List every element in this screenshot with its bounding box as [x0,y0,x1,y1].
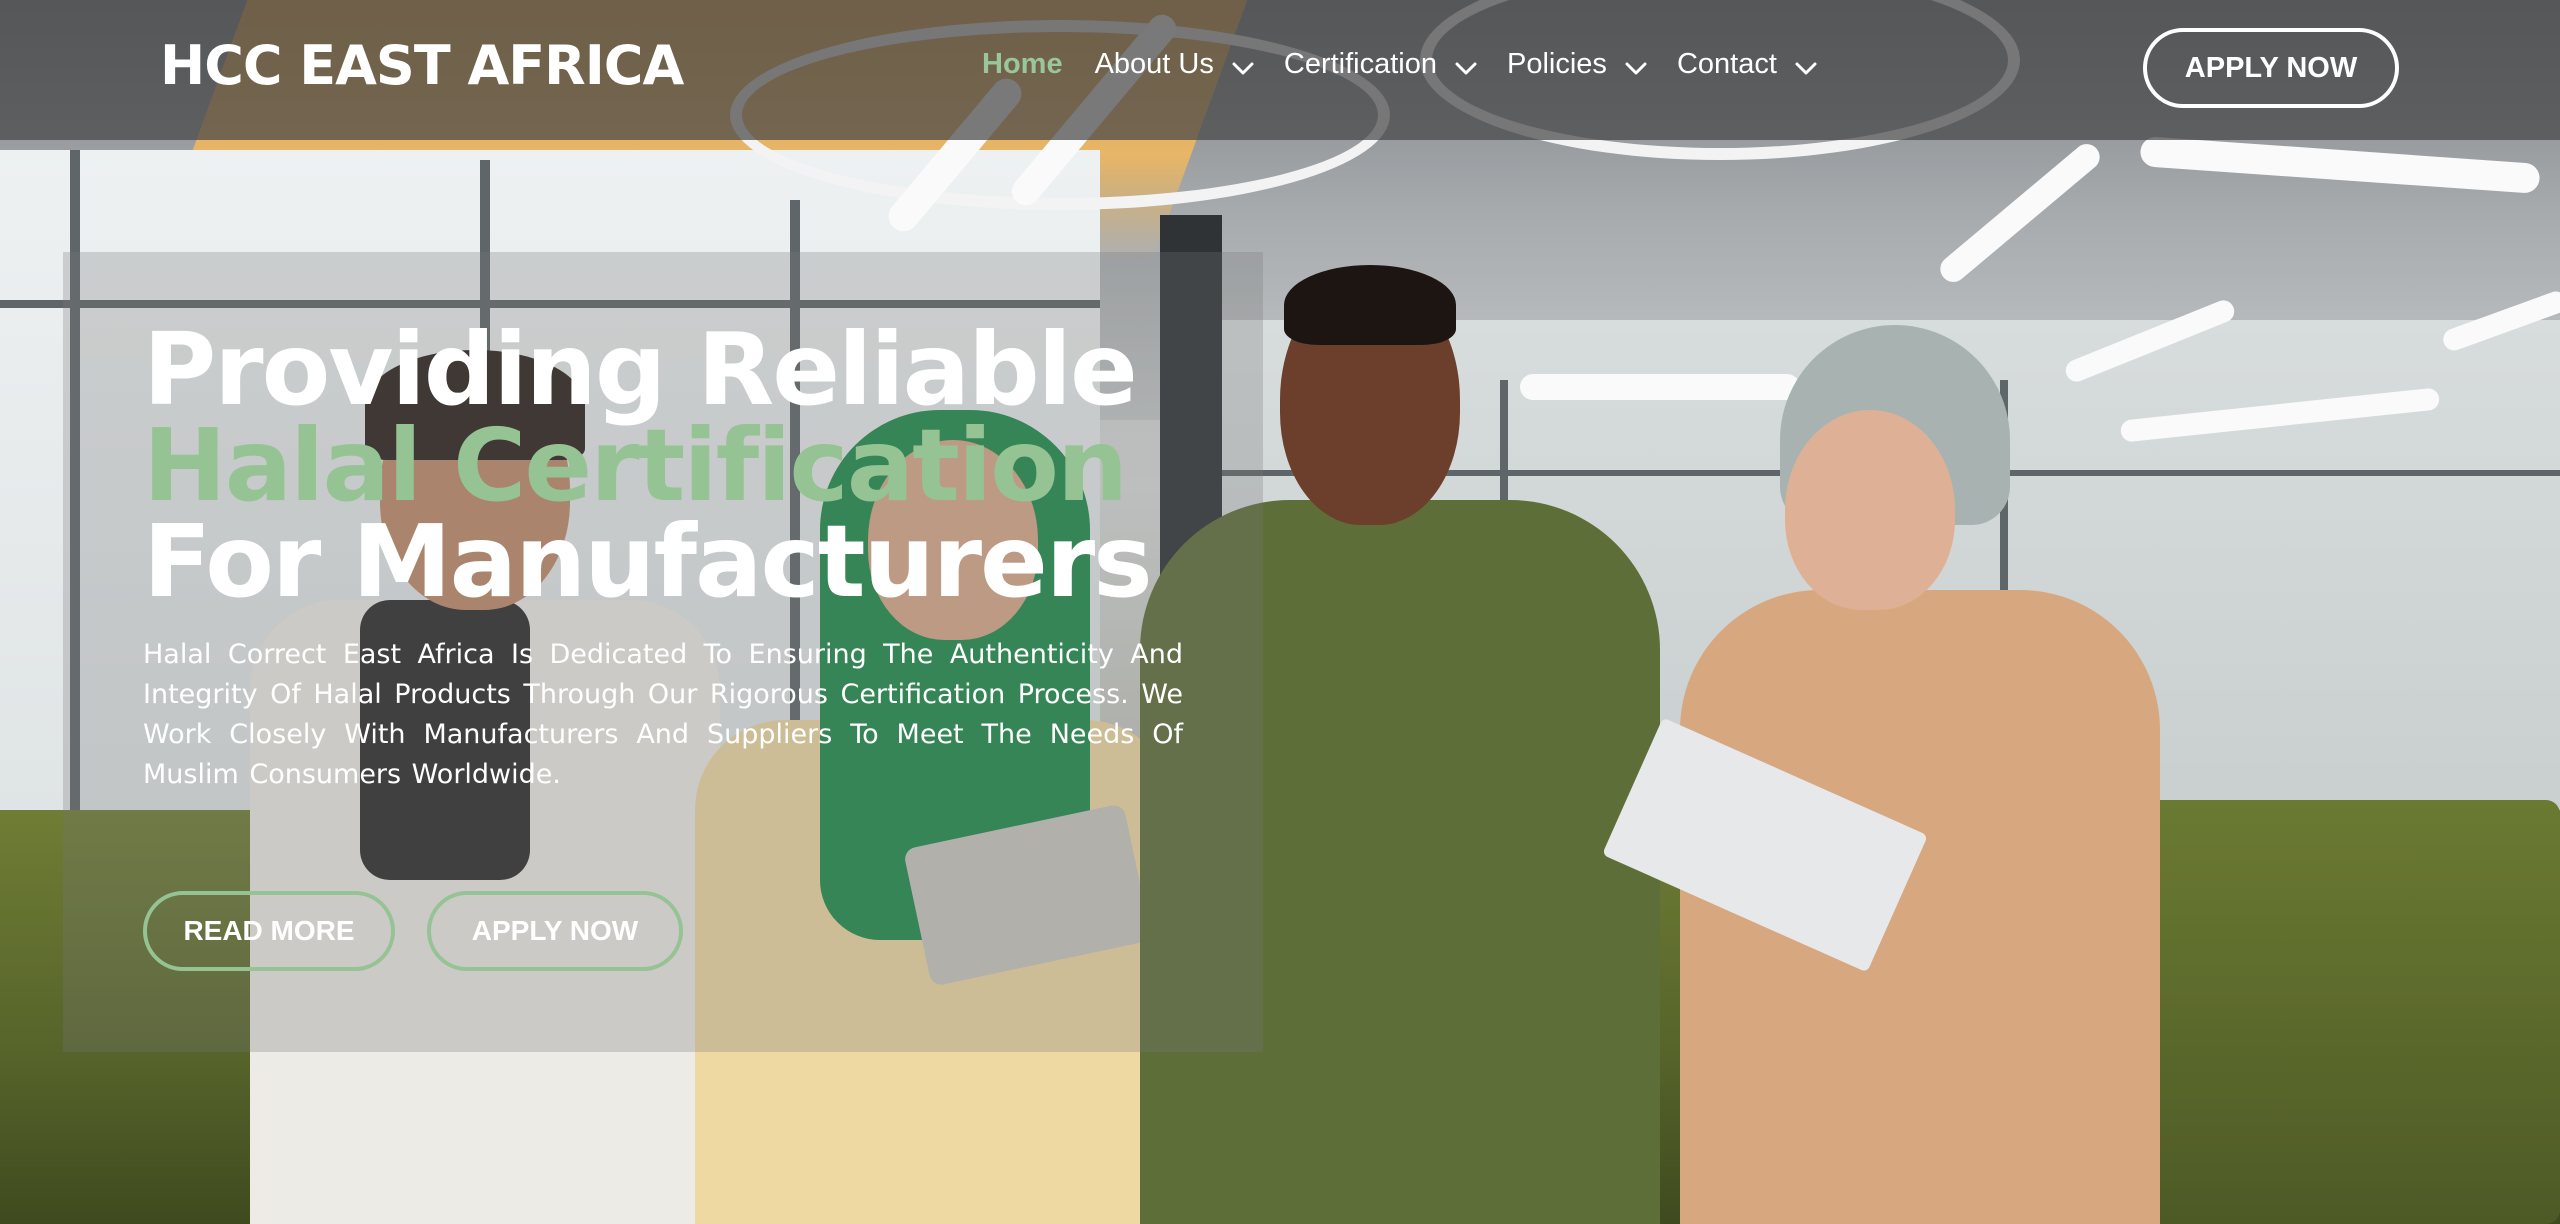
hero-apply-now-button[interactable]: APPLY NOW [427,891,683,971]
nav-item-label: Home [982,48,1063,80]
hero-title: Providing Reliable Halal Certification F… [143,311,1243,620]
nav-item-certification[interactable]: Certification [1283,48,1477,81]
nav-item-label: About Us [1094,48,1214,80]
nav-item-home[interactable]: Home [982,48,1063,81]
nav-item-label: Policies [1507,48,1607,80]
chevron-down-icon [1625,51,1647,74]
hero-title-highlight: Halal Certification [143,407,1128,524]
nav-item-label: Certification [1283,48,1437,80]
top-navbar: HCC EAST AFRICA Home About Us Certificat… [0,0,2560,140]
nav-item-policies[interactable]: Policies [1507,48,1647,81]
hero-title-line: Providing Reliable [143,311,1138,428]
brand-logo-text[interactable]: HCC EAST AFRICA [160,34,684,97]
nav-item-about-us[interactable]: About Us [1094,48,1254,81]
nav-apply-now-button[interactable]: APPLY NOW [2143,28,2399,108]
nav-item-label: Contact [1676,48,1777,80]
nav-item-contact[interactable]: Contact [1676,48,1817,81]
hero-description: Halal Correct East Africa Is Dedicated T… [143,639,1183,790]
chevron-down-icon [1795,51,1817,74]
chevron-down-icon [1232,51,1254,74]
ceiling-light [1520,374,1800,400]
hero-title-line: For Manufacturers [143,503,1153,620]
main-nav: Home About Us Certification Policies Con… [982,48,1847,81]
chevron-down-icon [1455,51,1477,74]
read-more-button[interactable]: READ MORE [143,891,395,971]
